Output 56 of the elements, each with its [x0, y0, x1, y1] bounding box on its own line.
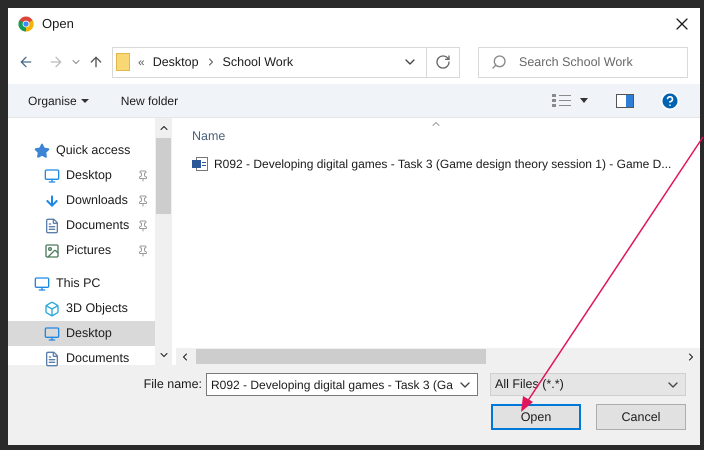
refresh-icon[interactable] [435, 54, 451, 70]
file-type-dropdown[interactable]: All Files (*.*) [490, 373, 686, 396]
search-icon [491, 54, 507, 70]
dialog-button[interactable]: Open [491, 404, 581, 430]
section-label: Quick access [56, 142, 130, 160]
sidebar-item[interactable]: Desktop [8, 163, 155, 188]
computer-icon [34, 276, 50, 292]
pin-icon[interactable] [137, 220, 149, 232]
pin-icon[interactable] [137, 170, 149, 182]
sidebar-item[interactable]: 3D Objects [8, 296, 155, 321]
organise-menu[interactable]: Organise [28, 92, 89, 110]
sidebar-section[interactable]: Quick access [8, 138, 155, 163]
monitor-icon [44, 326, 60, 342]
star-icon [34, 142, 50, 158]
preview-pane-icon[interactable] [616, 94, 634, 108]
back-icon[interactable] [18, 54, 34, 70]
sidebar-item[interactable]: Documents [8, 213, 155, 238]
image-icon [44, 242, 60, 258]
document-icon [44, 350, 60, 366]
caret-icon [80, 98, 89, 102]
window-title: Open [42, 15, 74, 34]
pin-icon[interactable] [137, 244, 149, 256]
overflow-chevrons[interactable]: « [138, 53, 145, 71]
sidebar-item[interactable]: Documents [8, 346, 155, 371]
column-header[interactable]: Name [192, 127, 226, 146]
sidebar-item[interactable]: Pictures [8, 238, 155, 263]
breadcrumb[interactable]: Desktop [152, 52, 199, 72]
section-label: This PC [56, 275, 100, 292]
caret-icon[interactable] [580, 98, 588, 103]
folder-icon [116, 53, 130, 71]
vertical-scrollbar[interactable] [155, 118, 172, 365]
pin-icon[interactable] [137, 194, 149, 206]
cube-icon [44, 300, 60, 316]
sidebar-section[interactable]: This PC [8, 271, 155, 296]
file-name-field[interactable]: R092 - Developing digital games - Task 3 (Ga [206, 373, 478, 396]
breadcrumb[interactable]: School Work [222, 52, 294, 72]
details-view-icon[interactable] [552, 94, 572, 108]
help-icon[interactable] [660, 90, 680, 110]
monitor-icon [44, 168, 60, 184]
scroll-thumb[interactable] [196, 349, 486, 364]
new-folder-button[interactable]: New folder [120, 92, 178, 110]
browser-logo-icon [18, 16, 34, 32]
file-name-input[interactable]: R092 - Developing digital games - Task 3 (Ga [211, 376, 457, 394]
scroll-thumb[interactable] [156, 138, 171, 214]
dialog-button[interactable]: Cancel [596, 404, 686, 430]
sidebar-item[interactable]: Desktop [8, 321, 155, 346]
file-name[interactable]: R092 - Developing digital games - Task 3 (Game design theory session 1) - Game D... [214, 155, 672, 173]
horizontal-scrollbar[interactable] [176, 348, 700, 365]
document-icon [44, 218, 60, 234]
search-field[interactable]: Search School Work [478, 46, 688, 78]
search-input[interactable]: Search School Work [519, 52, 669, 72]
word-document-icon [192, 156, 208, 172]
file-name-label: File name: [144, 376, 202, 394]
address-bar[interactable]: « Desktop School Work [112, 46, 460, 78]
sidebar-item[interactable]: Downloads [8, 188, 155, 213]
up-icon[interactable] [88, 54, 104, 70]
